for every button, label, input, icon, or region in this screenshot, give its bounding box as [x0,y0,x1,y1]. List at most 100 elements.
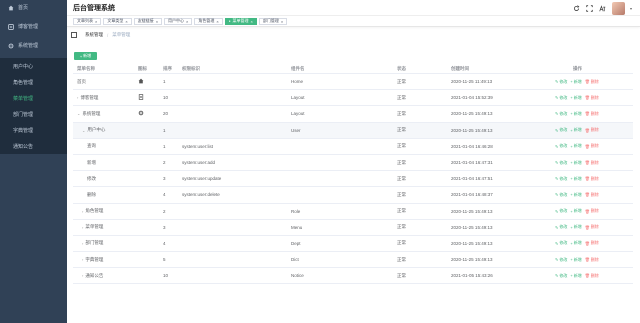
add-child-button[interactable]: + 新增 [570,257,581,263]
edit-button[interactable]: ✎ 修改 [555,79,567,85]
add-child-button[interactable]: + 新增 [570,95,581,101]
edit-button[interactable]: ✎ 修改 [555,257,567,263]
table-row[interactable]: › 角色管理 2 Role 正常 2020-11-25 15:49:13 ✎ 修改 + 新增 🗑 删除 [73,204,633,220]
add-child-button[interactable]: + 新增 [570,224,581,230]
delete-button[interactable]: 🗑 删除 [585,79,599,85]
add-child-button[interactable]: + 新增 [570,240,581,246]
delete-button[interactable]: 🗑 删除 [585,95,599,101]
edit-label: 修改 [559,143,568,149]
expand-caret-icon[interactable]: › [82,257,83,262]
menu-name: 新增 [87,159,96,165]
sidebar-item-menu[interactable]: 菜单管理 [0,90,67,106]
delete-button[interactable]: 🗑 删除 [585,257,599,263]
edit-button[interactable]: ✎ 修改 [555,240,567,246]
delete-button[interactable]: 🗑 删除 [585,143,599,149]
edit-button[interactable]: ✎ 修改 [555,127,567,133]
refresh-icon[interactable] [573,5,581,13]
hamburger-icon[interactable] [71,32,77,38]
table-row[interactable]: 新增 2 system:user:add 正常 2021-01-04 16:47:31 ✎… [73,155,633,172]
expand-caret-icon[interactable]: › [77,95,78,100]
expand-caret-icon[interactable]: ⌄ [77,111,80,116]
breadcrumb-separator: / [107,32,109,38]
table-row[interactable]: ⌄ 系统管理 20 Layout 正常 2020-11-25 15:49:13 ✎ 修改 + 新增… [73,106,633,123]
edit-button[interactable]: ✎ 修改 [555,143,567,149]
sidebar-item-dict[interactable]: 字典管理 [0,122,67,138]
sidebar-item-dept[interactable]: 部门管理 [0,106,67,122]
table-row[interactable]: › 通知公告 10 Notice 正常 2021-01-05 15:43:26 ✎ 修改 + 新增… [73,268,633,285]
close-icon[interactable]: × [251,19,253,24]
font-size-icon[interactable] [599,5,607,13]
delete-button[interactable]: 🗑 删除 [585,192,599,198]
delete-button[interactable]: 🗑 删除 [585,176,599,182]
add-child-button[interactable]: + 新增 [570,111,581,117]
sidebar-item-role[interactable]: 角色管理 [0,74,67,90]
add-child-button[interactable]: + 新增 [570,176,581,182]
edit-button[interactable]: ✎ 修改 [555,208,567,214]
table-row[interactable]: ⌄ 用户中心 1 User 正常 2020-11-25 15:49:13 ✎ 修改 + 新增 🗑 删除 [73,122,633,139]
menu-icon-cell [138,106,144,121]
close-icon[interactable]: × [216,19,218,24]
delete-button[interactable]: 🗑 删除 [585,208,599,214]
edit-button[interactable]: ✎ 修改 [555,111,567,117]
add-child-button[interactable]: + 新增 [570,208,581,214]
close-icon[interactable]: × [186,19,188,24]
sidebar-item-user-center[interactable]: 用户中心 [0,58,67,74]
tag-article-type[interactable]: 文章类型 × [103,17,132,25]
add-child-button[interactable]: + 新增 [570,160,581,166]
tag-user-center[interactable]: 用户中心 × [164,17,193,25]
delete-button[interactable]: 🗑 删除 [585,273,599,279]
add-child-button[interactable]: + 新增 [570,273,581,279]
table-row[interactable]: › 部门管理 4 Dept 正常 2020-11-25 15:49:13 ✎ 修改 + 新增 🗑 删除 [73,236,633,253]
sidebar-item-system[interactable]: 系统管理 [0,38,67,53]
edit-button[interactable]: ✎ 修改 [555,95,567,101]
doc-icon [138,94,144,102]
tag-role[interactable]: 角色管理 × [194,17,223,25]
table-row[interactable]: 修改 3 system:user:update 正常 2021-01-04 16:47:… [73,171,633,188]
avatar[interactable] [611,2,625,15]
close-icon[interactable]: × [125,19,127,24]
tag-menu[interactable]: ● 菜单管理 × [224,17,257,25]
add-child-button[interactable]: + 新增 [570,143,581,149]
edit-button[interactable]: ✎ 修改 [555,192,567,198]
delete-button[interactable]: 🗑 删除 [585,160,599,166]
tag-dept[interactable]: 部门管理 × [258,17,288,25]
add-child-button[interactable]: + 新增 [570,192,581,198]
expand-caret-icon[interactable]: › [82,209,83,214]
delete-button[interactable]: 🗑 删除 [585,240,599,246]
expand-caret-icon[interactable]: ⌄ [82,128,85,133]
tag-friend-link[interactable]: 友链链接 × [133,17,163,25]
sidebar-item-home[interactable]: 首页 [0,0,67,15]
sidebar-item-notice[interactable]: 通知公告 [0,138,67,154]
close-icon[interactable]: × [281,19,283,24]
add-child-button[interactable]: + 新增 [570,127,581,133]
edit-icon: ✎ [555,240,559,246]
table-row[interactable]: › 菜单管理 3 Menu 正常 2020-11-25 15:49:13 ✎ 修改 + 新增 🗑 删除 [73,220,633,236]
close-icon[interactable]: × [95,19,97,24]
breadcrumb-parent[interactable]: 系统管理 [85,32,103,38]
edit-button[interactable]: ✎ 修改 [555,273,567,279]
edit-button[interactable]: ✎ 修改 [555,160,567,166]
edit-button[interactable]: ✎ 修改 [555,176,567,182]
delete-button[interactable]: 🗑 删除 [585,127,599,133]
table-row[interactable]: › 博客管理 10 Layout 正常 2021-01-04 15:52:39 ✎ 修改 + 新增… [73,90,633,107]
chevron-down-icon[interactable]: ▾ [630,6,632,11]
delete-label: 删除 [590,143,599,149]
delete-label: 删除 [590,208,599,214]
table-row[interactable]: › 字典管理 5 Dict 正常 2020-11-25 15:49:13 ✎ 修改 + 新增 🗑 删除 [73,252,633,269]
tag-article-list[interactable]: 文章列表 × [73,17,102,25]
add-child-button[interactable]: + 新增 [570,79,581,85]
add-button[interactable]: + 新增 [74,52,97,60]
expand-caret-icon[interactable]: › [82,241,83,246]
fullscreen-icon[interactable] [586,5,594,13]
edit-button[interactable]: ✎ 修改 [555,224,567,230]
trash-icon: 🗑 [584,111,590,117]
sidebar-item-blog[interactable]: 博客管理 [0,19,67,34]
table-row[interactable]: 删除 4 system:user:delete 正常 2021-01-04 16:48:… [73,187,633,204]
expand-caret-icon[interactable]: › [82,225,83,230]
table-row[interactable]: 查询 1 system:user:list 正常 2021-01-04 16:46:28… [73,139,633,155]
table-row[interactable]: 首页 1 Home 正常 2020-11-25 11:49:13 ✎ 修改 + 新增 🗑 删除 [73,74,633,91]
close-icon[interactable]: × [156,19,158,24]
delete-button[interactable]: 🗑 删除 [585,224,599,230]
expand-caret-icon[interactable]: › [82,273,83,278]
delete-button[interactable]: 🗑 删除 [585,111,599,117]
